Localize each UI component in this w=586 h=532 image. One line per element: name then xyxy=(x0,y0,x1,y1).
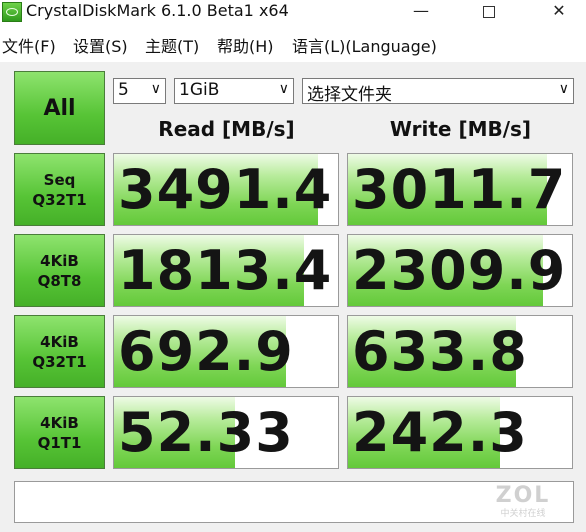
test-label-line2: Q32T1 xyxy=(32,352,87,371)
4kib-q8t8-button[interactable]: 4KiB Q8T8 xyxy=(14,234,105,307)
test-count-select[interactable]: 5 ∨ xyxy=(113,78,166,104)
chevron-down-icon: ∨ xyxy=(558,81,569,97)
title-bar: CrystalDiskMark 6.1.0 Beta1 x64 — ✕ xyxy=(0,0,586,24)
write-value: 242.3 xyxy=(352,401,528,464)
write-value: 3011.7 xyxy=(352,158,567,221)
4kib-q8t8-write-result: 2309.9 xyxy=(347,234,573,307)
test-label-line2: Q8T8 xyxy=(37,271,82,290)
maximize-icon[interactable] xyxy=(466,0,512,24)
4kib-q32t1-button[interactable]: 4KiB Q32T1 xyxy=(14,315,105,388)
test-label-line2: Q1T1 xyxy=(37,433,82,452)
seq-q32t1-write-result: 3011.7 xyxy=(347,153,573,226)
app-disk-icon xyxy=(2,2,22,22)
test-size-select[interactable]: 1GiB ∨ xyxy=(174,78,294,104)
run-all-button[interactable]: All xyxy=(14,71,105,145)
menu-theme[interactable]: 主题(T) xyxy=(145,33,199,57)
test-label-line1: 4KiB xyxy=(40,413,79,432)
menu-settings[interactable]: 设置(S) xyxy=(73,33,128,57)
test-size-value: 1GiB xyxy=(179,80,220,100)
test-label-line1: 4KiB xyxy=(40,251,79,270)
seq-q32t1-read-result: 3491.4 xyxy=(113,153,339,226)
chevron-down-icon: ∨ xyxy=(278,81,289,97)
write-value: 633.8 xyxy=(352,320,528,383)
close-icon[interactable]: ✕ xyxy=(536,0,582,24)
menu-language[interactable]: 语言(L)(Language) xyxy=(292,33,437,57)
read-value: 3491.4 xyxy=(118,158,333,221)
write-value: 2309.9 xyxy=(352,239,567,302)
read-column-header: Read [MB/s] xyxy=(158,117,295,141)
read-value: 52.33 xyxy=(118,401,294,464)
drive-select[interactable]: 选择文件夹 ∨ xyxy=(302,78,574,105)
menu-file[interactable]: 文件(F) xyxy=(2,33,56,57)
menu-bar: 文件(F) 设置(S) 主题(T) 帮助(H) 语言(L)(Language) xyxy=(0,31,586,57)
test-label-line1: Seq xyxy=(43,170,76,189)
chevron-down-icon: ∨ xyxy=(150,81,161,97)
seq-q32t1-button[interactable]: Seq Q32T1 xyxy=(14,153,105,226)
test-label-line1: 4KiB xyxy=(40,332,79,351)
test-count-value: 5 xyxy=(118,80,129,100)
menu-help[interactable]: 帮助(H) xyxy=(217,33,274,57)
4kib-q1t1-write-result: 242.3 xyxy=(347,396,573,469)
4kib-q1t1-read-result: 52.33 xyxy=(113,396,339,469)
test-label-line2: Q32T1 xyxy=(32,190,87,209)
4kib-q1t1-button[interactable]: 4KiB Q1T1 xyxy=(14,396,105,469)
write-column-header: Write [MB/s] xyxy=(389,117,532,141)
drive-value: 选择文件夹 xyxy=(307,85,392,105)
4kib-q32t1-read-result: 692.9 xyxy=(113,315,339,388)
zol-watermark: ZOL 中关村在线 xyxy=(495,483,551,520)
read-value: 692.9 xyxy=(118,320,294,383)
4kib-q32t1-write-result: 633.8 xyxy=(347,315,573,388)
minimize-icon[interactable]: — xyxy=(398,0,444,24)
window-title: CrystalDiskMark 6.1.0 Beta1 x64 xyxy=(26,1,289,20)
4kib-q8t8-read-result: 1813.4 xyxy=(113,234,339,307)
read-value: 1813.4 xyxy=(118,239,333,302)
